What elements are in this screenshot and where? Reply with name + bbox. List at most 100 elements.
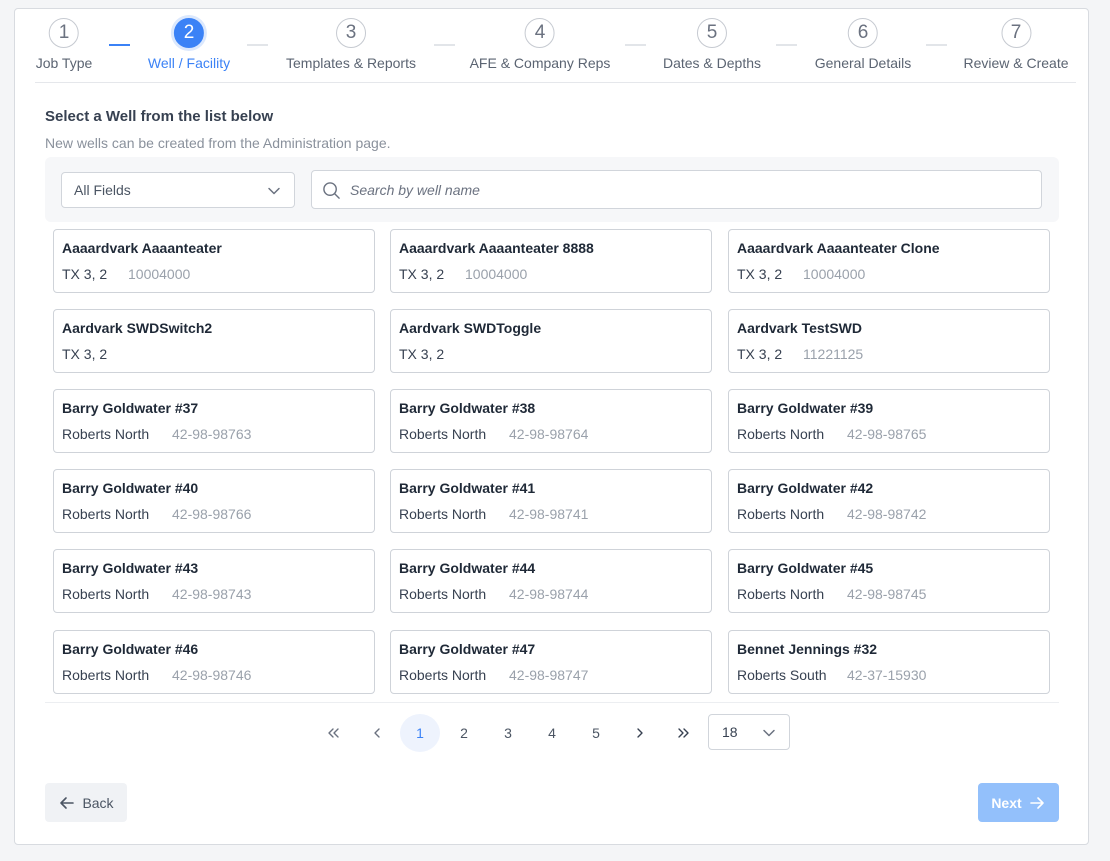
field-select[interactable]: All Fields — [61, 172, 295, 208]
well-card[interactable]: Barry Goldwater #38 Roberts North 42-98-… — [390, 389, 712, 453]
well-card[interactable]: Aaaardvark Aaaanteater TX 3, 2 10004000 — [53, 229, 375, 293]
well-card[interactable]: Barry Goldwater #42 Roberts North 42-98-… — [728, 469, 1050, 533]
well-card[interactable]: Aardvark TestSWD TX 3, 2 11221125 — [728, 309, 1050, 373]
well-api: 42-98-98742 — [847, 506, 927, 522]
well-name: Barry Goldwater #44 — [399, 560, 536, 576]
well-card[interactable]: Barry Goldwater #37 Roberts North 42-98-… — [53, 389, 375, 453]
prev-page-button[interactable] — [357, 714, 397, 752]
well-api: 10004000 — [128, 266, 191, 282]
page-1-button[interactable]: 1 — [400, 714, 440, 752]
page-4-button[interactable]: 4 — [532, 714, 572, 752]
step-number: 5 — [697, 18, 727, 48]
step-separator — [776, 44, 797, 46]
chevron-right-icon — [637, 728, 643, 738]
well-name: Aaaardvark Aaaanteater 8888 — [399, 240, 594, 256]
well-card[interactable]: Aardvark SWDSwitch2 TX 3, 2 — [53, 309, 375, 373]
double-chevron-left-icon — [328, 728, 339, 738]
well-api: 10004000 — [803, 266, 866, 282]
well-field: Roberts North — [399, 586, 487, 602]
well-card[interactable]: Barry Goldwater #46 Roberts North 42-98-… — [53, 630, 375, 694]
well-card[interactable]: Bennet Jennings #32 Roberts South 42-37-… — [728, 630, 1050, 694]
page-subtitle: New wells can be created from the Admini… — [45, 135, 391, 151]
step-label: Job Type — [35, 55, 93, 71]
well-name: Barry Goldwater #39 — [737, 400, 874, 416]
well-field: TX 3, 2 — [737, 346, 783, 362]
well-name: Aardvark SWDSwitch2 — [62, 320, 213, 336]
well-field: TX 3, 2 — [399, 266, 445, 282]
last-page-button[interactable] — [664, 714, 704, 752]
well-card[interactable]: Aaaardvark Aaaanteater Clone TX 3, 2 100… — [728, 229, 1050, 293]
well-api: 11221125 — [803, 346, 864, 362]
wizard-panel: 1 Job Type 2 Well / Facility 3 Templates… — [14, 8, 1089, 845]
well-name: Aaaardvark Aaaanteater Clone — [737, 240, 940, 256]
well-field: Roberts North — [62, 667, 150, 683]
well-card[interactable]: Barry Goldwater #41 Roberts North 42-98-… — [390, 469, 712, 533]
well-name: Aaaardvark Aaaanteater — [62, 240, 222, 256]
page-size-value: 18 — [722, 724, 738, 740]
well-api: 42-98-98743 — [172, 586, 252, 602]
well-field: Roberts North — [737, 426, 825, 442]
step-templates-reports[interactable]: 3 Templates & Reports — [286, 18, 416, 71]
step-job-type[interactable]: 1 Job Type — [35, 18, 93, 71]
well-api: 42-98-98764 — [509, 426, 589, 442]
well-field: TX 3, 2 — [399, 346, 445, 362]
well-name: Barry Goldwater #46 — [62, 641, 199, 657]
list-divider — [45, 702, 1059, 703]
well-api: 42-98-98765 — [847, 426, 927, 442]
well-name: Barry Goldwater #43 — [62, 560, 199, 576]
filter-bar: All Fields — [45, 157, 1059, 222]
well-card[interactable]: Aardvark SWDToggle TX 3, 2 — [390, 309, 712, 373]
page-title: Select a Well from the list below — [45, 108, 274, 125]
step-well-facility[interactable]: 2 Well / Facility — [148, 18, 230, 71]
step-afe-company-reps[interactable]: 4 AFE & Company Reps — [469, 18, 611, 71]
page-size-select[interactable]: 18 — [708, 714, 790, 750]
well-field: Roberts North — [737, 586, 825, 602]
page-2-button[interactable]: 2 — [444, 714, 484, 752]
well-card[interactable]: Barry Goldwater #47 Roberts North 42-98-… — [390, 630, 712, 694]
step-general-details[interactable]: 6 General Details — [814, 18, 912, 71]
step-number: 7 — [1000, 18, 1031, 48]
step-separator — [926, 44, 947, 46]
well-api: 42-98-98745 — [847, 586, 927, 602]
step-label: General Details — [814, 55, 912, 71]
first-page-button[interactable] — [313, 714, 353, 752]
well-field: Roberts North — [62, 586, 150, 602]
search-icon — [323, 182, 340, 199]
well-api: 10004000 — [465, 266, 528, 282]
step-label: Well / Facility — [147, 55, 231, 71]
step-label: Dates & Depths — [662, 55, 762, 71]
well-name: Barry Goldwater #41 — [399, 480, 536, 496]
well-card[interactable]: Barry Goldwater #40 Roberts North 42-98-… — [53, 469, 375, 533]
stepper-divider — [35, 82, 1076, 83]
step-label: AFE & Company Reps — [469, 55, 611, 71]
back-button[interactable]: Back — [45, 783, 127, 822]
well-card[interactable]: Barry Goldwater #44 Roberts North 42-98-… — [390, 549, 712, 613]
step-review-create[interactable]: 7 Review & Create — [963, 18, 1069, 71]
well-name: Barry Goldwater #38 — [399, 400, 536, 416]
step-dates-depths[interactable]: 5 Dates & Depths — [663, 18, 761, 71]
well-name: Aardvark TestSWD — [737, 320, 863, 336]
well-api: 42-98-98741 — [509, 506, 589, 522]
well-api: 42-98-98766 — [172, 506, 252, 522]
well-card[interactable]: Barry Goldwater #39 Roberts North 42-98-… — [728, 389, 1050, 453]
well-name: Bennet Jennings #32 — [737, 641, 878, 657]
well-card[interactable]: Barry Goldwater #45 Roberts North 42-98-… — [728, 549, 1050, 613]
well-name: Barry Goldwater #47 — [399, 641, 536, 657]
well-field: TX 3, 2 — [737, 266, 783, 282]
chevron-left-icon — [374, 728, 380, 738]
next-button[interactable]: Next — [978, 783, 1059, 822]
next-page-button[interactable] — [620, 714, 660, 752]
page-3-button[interactable]: 3 — [488, 714, 528, 752]
step-label: Templates & Reports — [286, 55, 416, 71]
well-name: Aardvark SWDToggle — [399, 320, 542, 336]
page-5-button[interactable]: 5 — [576, 714, 616, 752]
well-card[interactable]: Barry Goldwater #43 Roberts North 42-98-… — [53, 549, 375, 613]
step-number: 3 — [335, 18, 366, 48]
well-field: Roberts North — [62, 506, 150, 522]
step-label: Review & Create — [963, 55, 1069, 71]
well-api: 42-98-98747 — [509, 667, 589, 683]
well-card[interactable]: Aaaardvark Aaaanteater 8888 TX 3, 2 1000… — [390, 229, 712, 293]
double-chevron-right-icon — [678, 728, 689, 738]
field-select-value: All Fields — [74, 182, 131, 198]
search-input[interactable] — [350, 179, 1010, 201]
